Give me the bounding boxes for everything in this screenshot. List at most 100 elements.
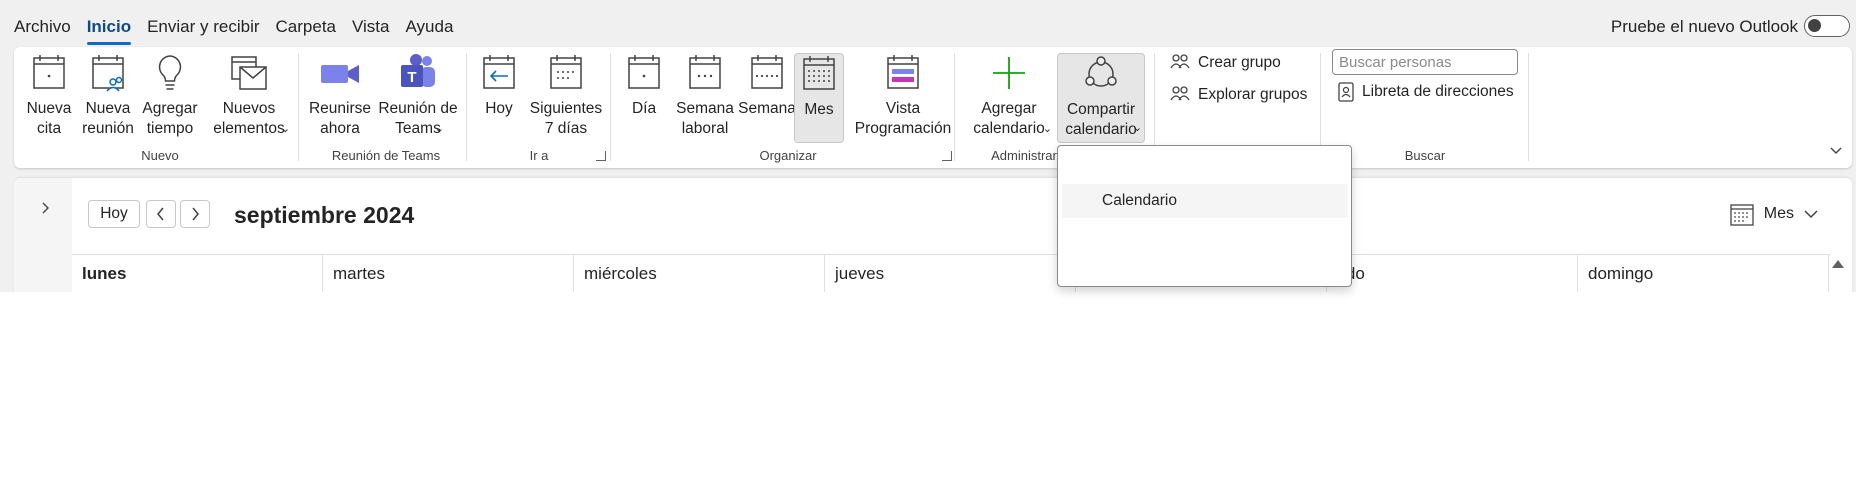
chevron-right-icon	[192, 207, 199, 221]
group-label-ir-a: Ir a	[529, 148, 549, 163]
dialog-launcher-icon[interactable]	[596, 151, 606, 161]
new-items-button[interactable]: Nuevos elementos ⌄	[204, 53, 294, 143]
group-label-nuevo: Nuevo	[141, 148, 179, 163]
outlook-window: Archivo Inicio Enviar y recibir Carpeta …	[0, 0, 1856, 495]
tab-ayuda[interactable]: Ayuda	[398, 12, 462, 42]
new-outlook-label: Pruebe el nuevo Outlook	[1610, 17, 1798, 36]
chevron-down-icon: ⌄	[1132, 122, 1142, 134]
browse-groups-button[interactable]: Explorar grupos	[1170, 85, 1307, 105]
week-view-calendar-icon	[751, 55, 783, 89]
share-calendar-button[interactable]: Compartir calendario ⌄	[1057, 53, 1145, 143]
lightbulb-icon	[158, 55, 182, 90]
month-calendar-icon	[1730, 204, 1754, 226]
calendar-icon	[33, 55, 65, 89]
view-selector[interactable]: Mes	[1730, 202, 1818, 226]
browse-groups-label: Explorar grupos	[1198, 86, 1308, 103]
divider	[1528, 53, 1529, 161]
month-calendar-icon	[803, 56, 835, 90]
tab-inicio[interactable]: Inicio	[79, 12, 139, 45]
divider	[610, 53, 611, 161]
previous-button[interactable]	[146, 200, 176, 228]
teams-icon: T	[401, 54, 435, 87]
ribbon: Nueva cita Nueva reunión Agregar tiempo …	[14, 47, 1852, 168]
address-book-icon	[1338, 82, 1354, 102]
schedule-view-label: Vista Programación	[854, 100, 952, 137]
collapse-ribbon-icon[interactable]	[1830, 145, 1842, 157]
group-label-buscar: Buscar	[1404, 148, 1446, 163]
share-icon	[1085, 56, 1117, 87]
people-icon	[1170, 54, 1190, 69]
menu-bar: Archivo Inicio Enviar y recibir Carpeta …	[0, 12, 462, 45]
people-search-icon	[1170, 86, 1190, 101]
work-week-view-label: Semana laboral	[676, 100, 734, 137]
empty-area	[0, 292, 1856, 495]
month-view-button[interactable]: Mes	[794, 53, 844, 143]
weekday-header: bado	[1327, 255, 1578, 293]
search-people-input[interactable]	[1332, 49, 1518, 75]
week-view-label: Semana	[738, 100, 796, 117]
weekday-header-row: lunes martes miércoles jueves bado domin…	[72, 254, 1830, 294]
add-time-button[interactable]: Agregar tiempo	[138, 53, 202, 143]
new-appointment-label: Nueva cita	[26, 100, 72, 137]
add-time-label: Agregar tiempo	[142, 100, 198, 137]
week-calendar-icon	[550, 55, 582, 89]
work-week-view-button[interactable]: Semana laboral	[674, 53, 736, 143]
teams-meeting-button[interactable]: T Reunión de Teams ⌄	[374, 53, 462, 143]
schedule-view-button[interactable]: Vista Programación	[848, 53, 958, 143]
day-calendar-icon	[628, 55, 660, 89]
address-book-button[interactable]: Libreta de direcciones	[1338, 82, 1514, 102]
day-view-label: Día	[631, 100, 657, 117]
schedule-calendar-icon	[887, 55, 919, 89]
tab-carpeta[interactable]: Carpeta	[268, 12, 344, 42]
next-button[interactable]	[180, 200, 210, 228]
weekday-header: domingo	[1578, 255, 1829, 293]
weekday-header: martes	[323, 255, 574, 293]
address-book-label: Libreta de direcciones	[1362, 83, 1514, 100]
today-label: Hoy	[485, 100, 513, 117]
add-calendar-button[interactable]: Agregar calendario ⌄	[964, 53, 1054, 143]
chevron-down-icon	[1804, 210, 1818, 219]
weekday-header: miércoles	[574, 255, 825, 293]
calendar-today-button[interactable]: Hoy	[88, 200, 140, 228]
go-to-today-icon	[483, 55, 515, 89]
teams-meeting-label: Reunión de Teams	[378, 100, 458, 137]
calendar-panel: Hoy septiembre 2024 Mes lunes martes mié…	[14, 178, 1852, 308]
add-calendar-label: Agregar calendario	[973, 100, 1045, 137]
folder-pane-rail	[14, 178, 72, 308]
svg-text:T: T	[407, 69, 416, 86]
share-calendar-label: Compartir calendario	[1065, 101, 1137, 138]
next-7-days-button[interactable]: Siguientes 7 días	[526, 53, 606, 143]
tab-archivo[interactable]: Archivo	[0, 12, 79, 42]
view-selector-label: Mes	[1763, 205, 1794, 222]
day-view-button[interactable]: Día	[618, 53, 670, 143]
video-camera-icon	[321, 65, 359, 83]
tab-vista[interactable]: Vista	[344, 12, 398, 42]
new-outlook-toggle[interactable]	[1804, 15, 1850, 37]
new-appointment-button[interactable]: Nueva cita	[24, 53, 74, 143]
create-group-label: Crear grupo	[1198, 54, 1281, 71]
dialog-launcher-icon[interactable]	[942, 151, 952, 161]
chevron-left-icon	[157, 207, 164, 221]
today-button[interactable]: Hoy	[474, 53, 524, 143]
divider	[466, 53, 467, 161]
share-calendar-dropdown: Calendario	[1057, 145, 1352, 287]
scroll-up-arrow[interactable]	[1832, 260, 1844, 268]
new-items-icon	[231, 56, 267, 90]
toggle-knob	[1808, 19, 1821, 32]
chevron-right-icon[interactable]	[40, 202, 50, 214]
new-meeting-label: Nueva reunión	[82, 100, 134, 137]
meet-now-button[interactable]: Reunirse ahora	[308, 53, 372, 143]
week-view-button[interactable]: Semana	[736, 53, 798, 143]
chevron-down-icon: ⌄	[434, 123, 444, 135]
create-group-button[interactable]: Crear grupo	[1170, 53, 1281, 73]
group-label-teams: Reunión de Teams	[331, 148, 441, 163]
weekday-header: jueves	[825, 255, 1076, 293]
new-meeting-button[interactable]: Nueva reunión	[80, 53, 136, 143]
chevron-down-icon: ⌄	[1042, 123, 1052, 135]
work-week-calendar-icon	[689, 55, 721, 89]
month-title: septiembre 2024	[234, 202, 415, 228]
chevron-down-icon: ⌄	[280, 123, 290, 135]
tab-enviar-recibir[interactable]: Enviar y recibir	[139, 12, 267, 42]
dropdown-item-calendario[interactable]: Calendario	[1062, 184, 1348, 218]
plus-icon	[993, 57, 1025, 89]
